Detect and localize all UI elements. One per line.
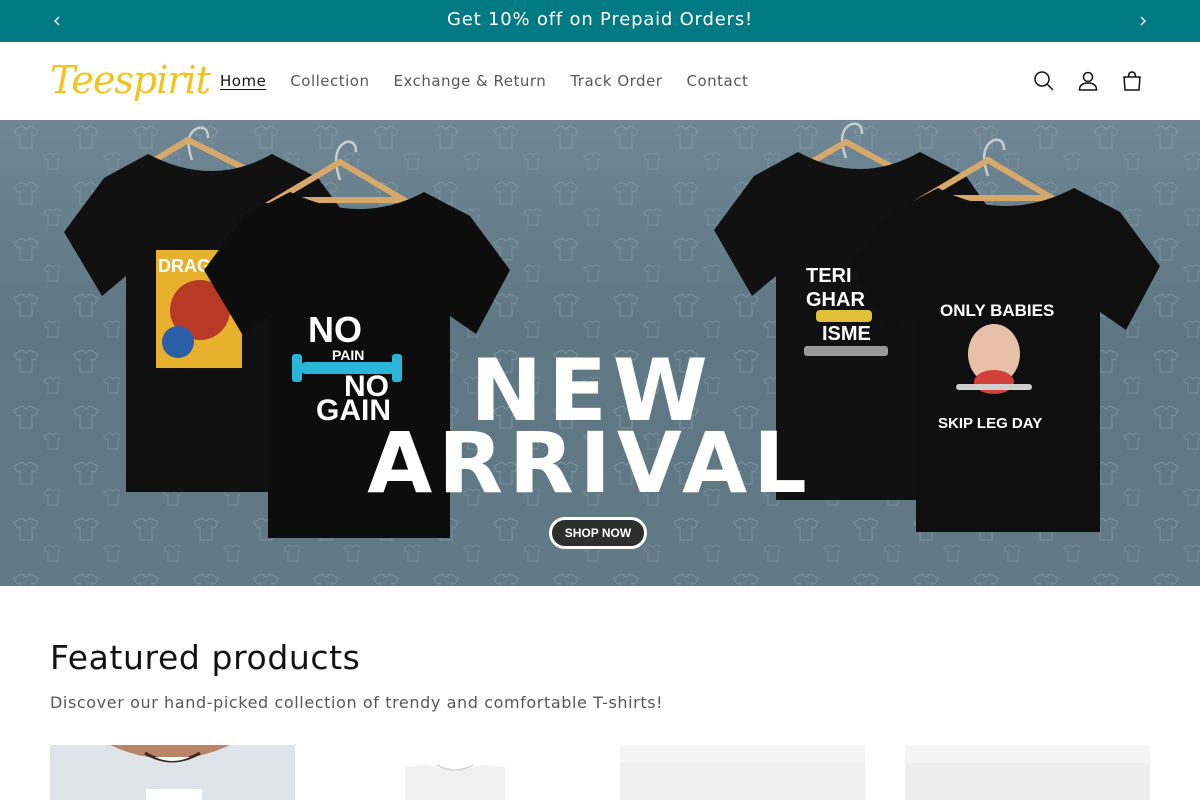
teri-ghar-line3: ISME [822, 323, 871, 345]
shop-now-button[interactable]: SHOP NOW [549, 517, 647, 549]
teri-ghar-line1: TERI [806, 265, 852, 287]
account-icon[interactable] [1074, 67, 1102, 95]
product-image [335, 745, 580, 800]
logo-text: Teespirit [50, 58, 211, 102]
featured-subtitle: Discover our hand-picked collection of t… [50, 693, 664, 712]
featured-title: Featured products [50, 638, 361, 677]
nav-item-track-order[interactable]: Track Order [558, 72, 674, 90]
product-card[interactable] [905, 745, 1150, 800]
no-pain-line1: NO [308, 309, 362, 350]
product-card[interactable] [50, 745, 295, 800]
nav-item-collection[interactable]: Collection [278, 72, 381, 90]
product-card[interactable] [335, 745, 580, 800]
skip-leg-line1: ONLY BABIES [940, 301, 1054, 320]
site-header: Teespirit Home Collection Exchange & Ret… [0, 42, 1200, 120]
nav-item-contact[interactable]: Contact [674, 72, 760, 90]
announcement-bar: Get 10% off on Prepaid Orders! [0, 0, 1200, 42]
cart-icon[interactable] [1118, 67, 1146, 95]
skip-leg-line2: SKIP LEG DAY [938, 415, 1042, 432]
teri-ghar-line2: GHAR [806, 289, 865, 311]
hero-heading-line2: ARRIVAL [367, 414, 812, 512]
product-card[interactable] [620, 745, 865, 800]
search-icon[interactable] [1030, 67, 1058, 95]
hero-banner[interactable]: DRAGON NO PAIN NO GAIN TERI GHAR ISME ON… [0, 120, 1200, 586]
no-pain-line2: PAIN [332, 347, 364, 363]
product-image [620, 745, 865, 800]
nav-item-exchange-return[interactable]: Exchange & Return [382, 72, 559, 90]
nav-item-home[interactable]: Home [208, 72, 278, 90]
logo[interactable]: Teespirit [50, 54, 211, 106]
announcement-text: Get 10% off on Prepaid Orders! [446, 9, 754, 30]
product-image [50, 745, 295, 800]
main-nav: Home Collection Exchange & Return Track … [208, 42, 760, 120]
chevron-right-icon[interactable] [1133, 11, 1153, 31]
product-image [905, 745, 1150, 800]
